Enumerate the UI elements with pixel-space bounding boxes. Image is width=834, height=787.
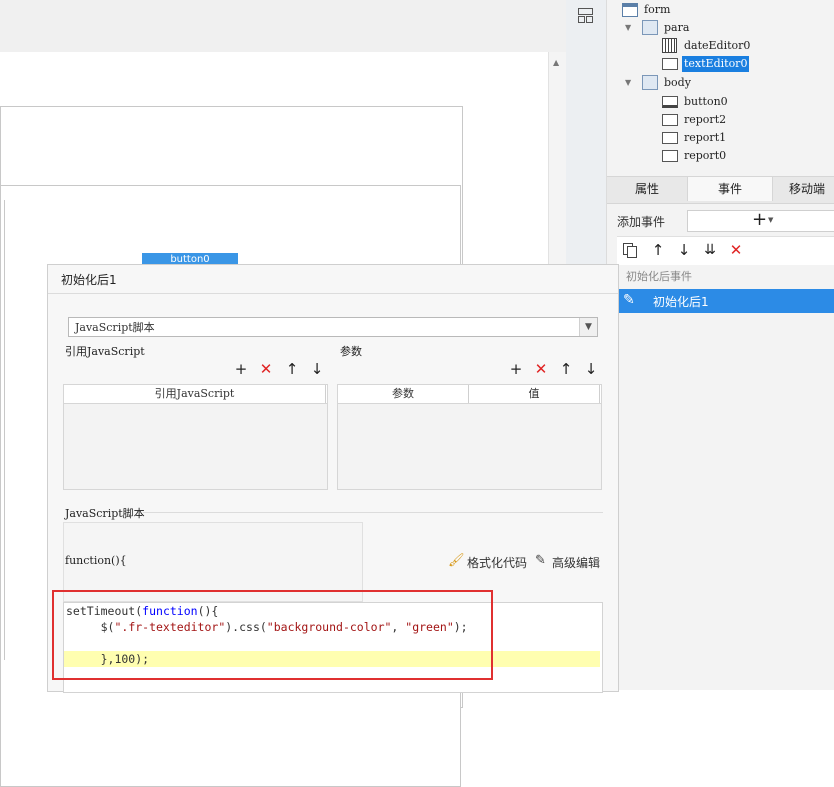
form-icon: [622, 3, 638, 17]
move-down-icon[interactable]: ↓: [675, 241, 693, 259]
report-icon: [662, 114, 678, 126]
move-up-param-icon[interactable]: ↑: [558, 361, 574, 377]
divider: [143, 512, 603, 513]
ref-js-table[interactable]: 引用JavaScript: [63, 384, 328, 490]
designer-toolbar-area: [0, 0, 566, 52]
button-icon: [662, 96, 678, 108]
right-panel: form ▼ para dateEditor0 textEditor0 ▼ bo…: [606, 0, 834, 690]
event-item-row[interactable]: ✎ 初始化后1: [617, 289, 834, 313]
ref-section-label: 引用JavaScript: [65, 345, 145, 358]
value-column-header[interactable]: 值: [469, 385, 600, 403]
delete-icon[interactable]: ✕: [727, 241, 745, 259]
edit-pencil-icon: ✎: [623, 292, 635, 308]
param-column-header[interactable]: 参数: [338, 385, 469, 403]
delete-param-icon[interactable]: ✕: [533, 361, 549, 377]
advanced-edit-label: 高级编辑: [552, 556, 601, 570]
brush-icon: 🖌: [448, 553, 465, 568]
report-icon: [662, 132, 678, 144]
chevron-down-icon: ▼: [768, 216, 774, 224]
add-ref-icon[interactable]: +: [233, 361, 249, 377]
move-up-icon[interactable]: ↑: [649, 241, 667, 259]
highlight-annotation-box: [52, 590, 493, 680]
copy-icon[interactable]: [621, 241, 639, 259]
dialog-title: 初始化后1: [61, 273, 117, 287]
delete-ref-icon[interactable]: ✕: [258, 361, 274, 377]
canvas-left-widget: [0, 200, 5, 660]
add-param-icon[interactable]: +: [508, 361, 524, 377]
move-up-ref-icon[interactable]: ↑: [284, 361, 300, 377]
calendar-icon: [662, 38, 677, 53]
divider: [48, 293, 618, 294]
add-event-label: 添加事件: [617, 215, 666, 229]
report-icon: [662, 150, 678, 162]
textbox-icon: [662, 58, 678, 70]
expand-caret-icon[interactable]: ▼: [625, 20, 631, 36]
move-down-ref-icon[interactable]: ↓: [309, 361, 325, 377]
select-value: JavaScript脚本: [75, 321, 155, 334]
script-type-select[interactable]: JavaScript脚本 ▼: [68, 317, 598, 337]
panel-icon: [642, 20, 658, 35]
script-section-label: JavaScript脚本: [65, 507, 145, 520]
format-code-label: 格式化代码: [467, 556, 528, 570]
move-down-param-icon[interactable]: ↓: [583, 361, 599, 377]
plus-icon: +: [752, 209, 768, 230]
function-header: function(){: [65, 554, 127, 567]
expand-caret-icon[interactable]: ▼: [625, 75, 631, 91]
chevron-down-icon[interactable]: ▼: [579, 318, 597, 336]
event-item-label: 初始化后1: [653, 295, 709, 309]
tab-mobile[interactable]: 移动端: [772, 177, 834, 201]
edit-icon: ✎: [535, 553, 546, 568]
table-header: 参数 值: [338, 385, 601, 404]
param-section-label: 参数: [340, 345, 362, 358]
scroll-up-arrow-icon[interactable]: ▲: [553, 58, 559, 67]
add-event-dropdown[interactable]: + ▼: [687, 209, 834, 232]
param-table[interactable]: 参数 值: [337, 384, 602, 490]
event-group-label: 初始化后事件: [626, 270, 692, 283]
ref-js-column-header[interactable]: 引用JavaScript: [64, 385, 326, 403]
tab-events[interactable]: 事件: [687, 177, 773, 201]
move-bottom-icon[interactable]: ⇊: [701, 241, 719, 259]
layout-toggle-icon[interactable]: [578, 8, 593, 23]
table-header: 引用JavaScript: [64, 385, 327, 404]
panel-icon: [642, 75, 658, 90]
tab-properties[interactable]: 属性: [607, 177, 687, 201]
